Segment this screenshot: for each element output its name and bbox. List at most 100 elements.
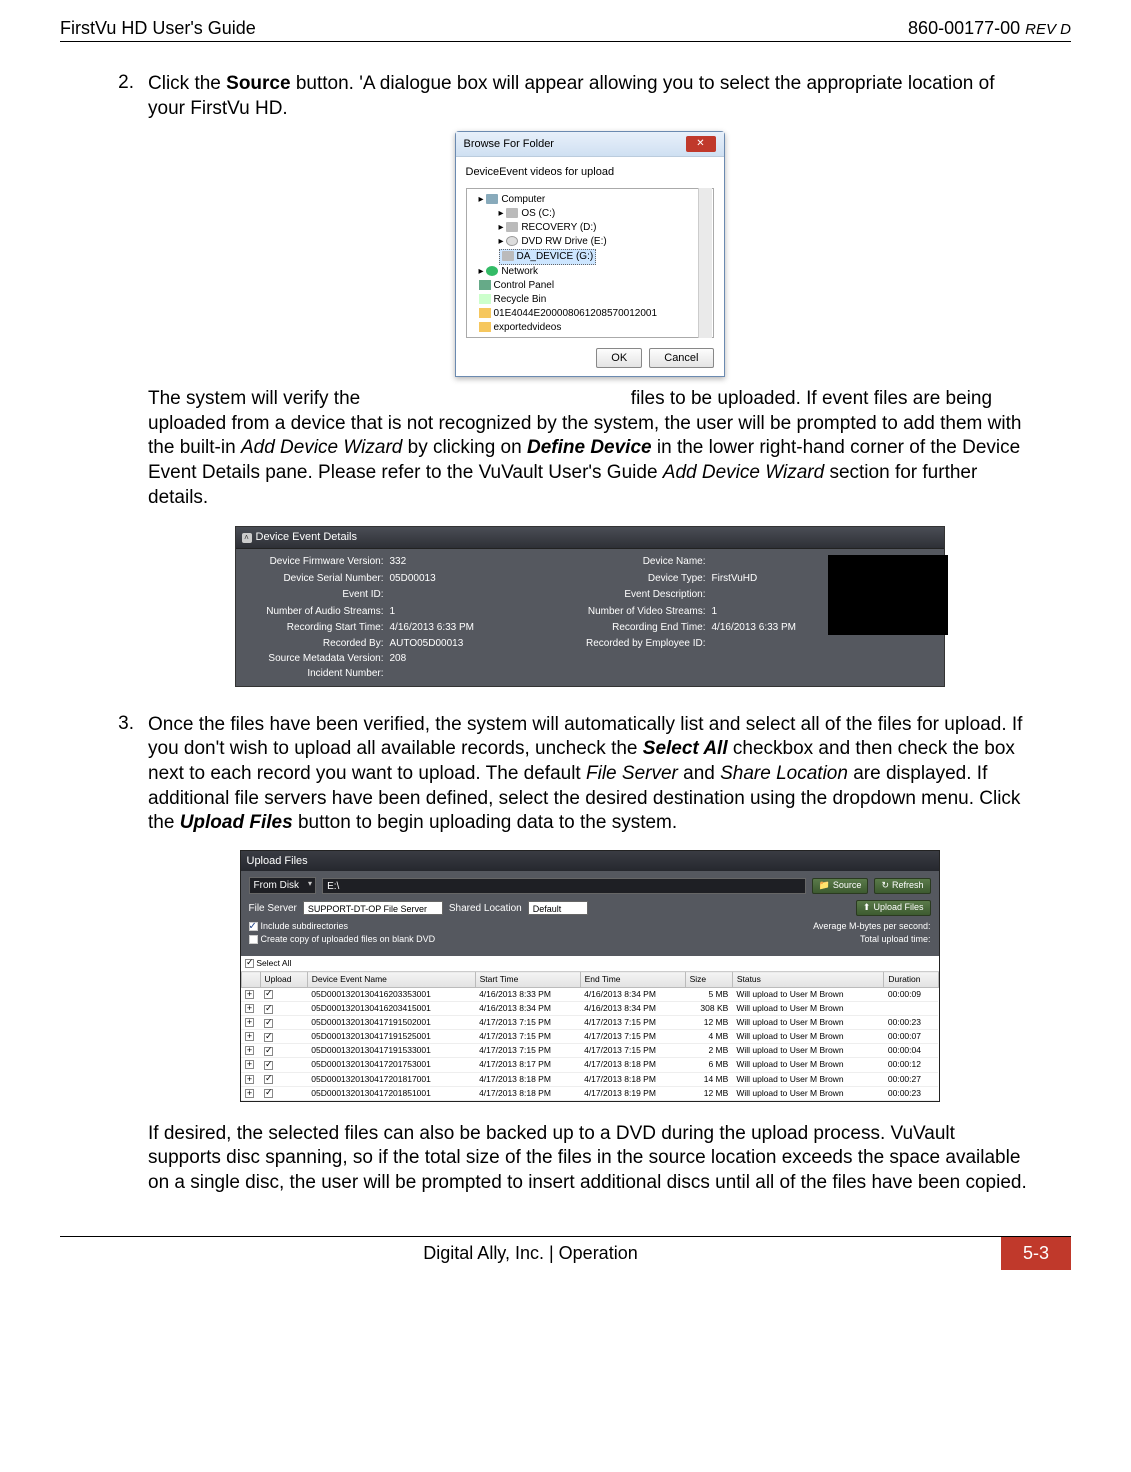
cell-name: 05D0001320130417201817001 (307, 1072, 475, 1086)
include-subdir-check[interactable]: Include subdirectories (249, 920, 436, 933)
disk-icon (502, 251, 514, 261)
value-sn: 05D00013 (390, 572, 550, 585)
tree-item-control-panel[interactable]: Control Panel (469, 279, 711, 293)
table-row[interactable]: +05D00013201304171915330014/17/2013 7:15… (241, 1044, 938, 1058)
chevron-up-icon[interactable]: ˄ (242, 533, 252, 543)
total-time-label: Total upload time: (813, 933, 930, 946)
label-smv: Source Metadata Version: (244, 652, 384, 665)
tree-item-recovery[interactable]: ▸ RECOVERY (D:) (469, 221, 711, 235)
table-row[interactable]: +05D00013201304172017530014/17/2013 8:17… (241, 1058, 938, 1072)
upload-checkbox[interactable] (264, 1061, 273, 1070)
col-expander (241, 972, 260, 988)
dialog-message: DeviceEvent videos for upload (456, 157, 724, 183)
close-icon[interactable]: ✕ (686, 136, 716, 152)
tree-item-folder2[interactable]: exportedvideos (469, 321, 711, 335)
cell-start: 4/17/2013 7:15 PM (475, 1016, 580, 1030)
cell-name: 05D0001320130417191502001 (307, 1016, 475, 1030)
page-header: FirstVu HD User's Guide 860-00177-00 REV… (60, 18, 1071, 42)
create-dvd-check[interactable]: Create copy of uploaded files on blank D… (249, 933, 436, 946)
cell-size: 4 MB (685, 1030, 732, 1044)
cell-size: 14 MB (685, 1072, 732, 1086)
cell-end: 4/17/2013 8:18 PM (580, 1058, 685, 1072)
folder-icon: 📁 (819, 880, 830, 892)
expand-icon[interactable]: + (245, 1075, 254, 1084)
folder-tree[interactable]: ▸ Computer ▸ OS (C:) ▸ RECOVERY (D:) ▸ D… (466, 188, 714, 338)
file-server-field[interactable]: SUPPORT-DT-OP File Server (303, 901, 443, 915)
col-end[interactable]: End Time (580, 972, 685, 988)
scrollbar[interactable] (698, 188, 712, 338)
upload-checkbox[interactable] (264, 990, 273, 999)
cell-start: 4/17/2013 7:15 PM (475, 1030, 580, 1044)
panel-header[interactable]: ˄Device Event Details (236, 527, 944, 548)
upload-checkbox[interactable] (264, 1019, 273, 1028)
tree-item-da-device[interactable]: DA_DEVICE (G:) (499, 249, 597, 265)
value-smv: 208 (390, 652, 550, 665)
value-rby: AUTO05D00013 (390, 637, 550, 650)
cell-status: Will upload to User M Brown (732, 1002, 884, 1016)
cell-status: Will upload to User M Brown (732, 1072, 884, 1086)
dialog-title: Browse For Folder (464, 137, 554, 151)
table-row[interactable]: +05D00013201304172018170014/17/2013 8:18… (241, 1072, 938, 1086)
step-2-text: Click the Source button. 'A dialogue box… (148, 72, 1031, 121)
shared-location-field[interactable]: Default (528, 901, 588, 915)
expand-icon[interactable]: + (245, 1032, 254, 1041)
refresh-button[interactable]: ↻Refresh (874, 878, 930, 894)
file-server-label: File Server (249, 902, 297, 915)
table-row[interactable]: +05D00013201304172018510014/17/2013 8:18… (241, 1086, 938, 1100)
label-vid: Number of Video Streams: (556, 605, 706, 618)
label-dname: Device Name: (556, 555, 706, 568)
table-row[interactable]: +05D00013201304162034150014/16/2013 8:34… (241, 1002, 938, 1016)
tree-item-computer[interactable]: ▸ Computer (469, 193, 711, 207)
expand-icon[interactable]: + (245, 1046, 254, 1055)
col-duration[interactable]: Duration (884, 972, 938, 988)
tree-item-dvd[interactable]: ▸ DVD RW Drive (E:) (469, 235, 711, 249)
tree-item-network[interactable]: ▸ Network (469, 265, 711, 279)
cancel-button[interactable]: Cancel (649, 348, 713, 368)
checkbox-icon (245, 959, 254, 968)
upload-checkbox[interactable] (264, 1047, 273, 1056)
ok-button[interactable]: OK (596, 348, 642, 368)
step-2: 2. Click the Source button. 'A dialogue … (100, 72, 1031, 703)
cell-status: Will upload to User M Brown (732, 1086, 884, 1100)
col-start[interactable]: Start Time (475, 972, 580, 988)
upload-checkbox[interactable] (264, 1075, 273, 1084)
label-rst: Recording Start Time: (244, 621, 384, 634)
expand-icon[interactable]: + (245, 1089, 254, 1098)
tree-item-os[interactable]: ▸ OS (C:) (469, 207, 711, 221)
upload-checkbox[interactable] (264, 1005, 273, 1014)
cell-size: 2 MB (685, 1044, 732, 1058)
expand-icon[interactable]: + (245, 1018, 254, 1027)
page-number: 5-3 (1001, 1237, 1071, 1270)
expand-icon[interactable]: + (245, 990, 254, 999)
shared-location-label: Shared Location (449, 902, 522, 915)
tree-item-folder1[interactable]: 01E4044E200008061208570012001 (469, 307, 711, 321)
path-field[interactable]: E:\ (322, 878, 806, 894)
upload-files-window: Upload Files From Disk E:\ 📁Source ↻Refr… (240, 850, 940, 1101)
source-button[interactable]: 📁Source (812, 878, 869, 894)
table-row[interactable]: +05D00013201304171915250014/17/2013 7:15… (241, 1030, 938, 1044)
cell-status: Will upload to User M Brown (732, 1044, 884, 1058)
select-all-row[interactable]: Select All (241, 956, 938, 972)
col-size[interactable]: Size (685, 972, 732, 988)
control-panel-icon (479, 280, 491, 290)
upload-toolbar: From Disk E:\ 📁Source ↻Refresh File Serv… (241, 871, 939, 956)
col-upload[interactable]: Upload (260, 972, 307, 988)
expand-icon[interactable]: + (245, 1004, 254, 1013)
label-fw: Device Firmware Version: (244, 555, 384, 568)
para-after-browse: The system will verify the files to be u… (148, 387, 1031, 510)
upload-checkbox[interactable] (264, 1089, 273, 1098)
upload-checkbox[interactable] (264, 1033, 273, 1042)
from-disk-dropdown[interactable]: From Disk (249, 877, 317, 894)
cell-start: 4/17/2013 8:18 PM (475, 1072, 580, 1086)
value-rst: 4/16/2013 6:33 PM (390, 621, 550, 634)
col-name[interactable]: Device Event Name (307, 972, 475, 988)
avg-speed-label: Average M-bytes per second: (813, 920, 930, 933)
tree-item-recycle-bin[interactable]: Recycle Bin (469, 293, 711, 307)
upload-files-button[interactable]: ⬆Upload Files (856, 900, 931, 916)
expand-icon[interactable]: + (245, 1060, 254, 1069)
col-status[interactable]: Status (732, 972, 884, 988)
cell-end: 4/16/2013 8:34 PM (580, 1002, 685, 1016)
table-row[interactable]: +05D00013201304171915020014/17/2013 7:15… (241, 1016, 938, 1030)
cell-end: 4/17/2013 7:15 PM (580, 1044, 685, 1058)
table-row[interactable]: +05D00013201304162033530014/16/2013 8:33… (241, 988, 938, 1002)
